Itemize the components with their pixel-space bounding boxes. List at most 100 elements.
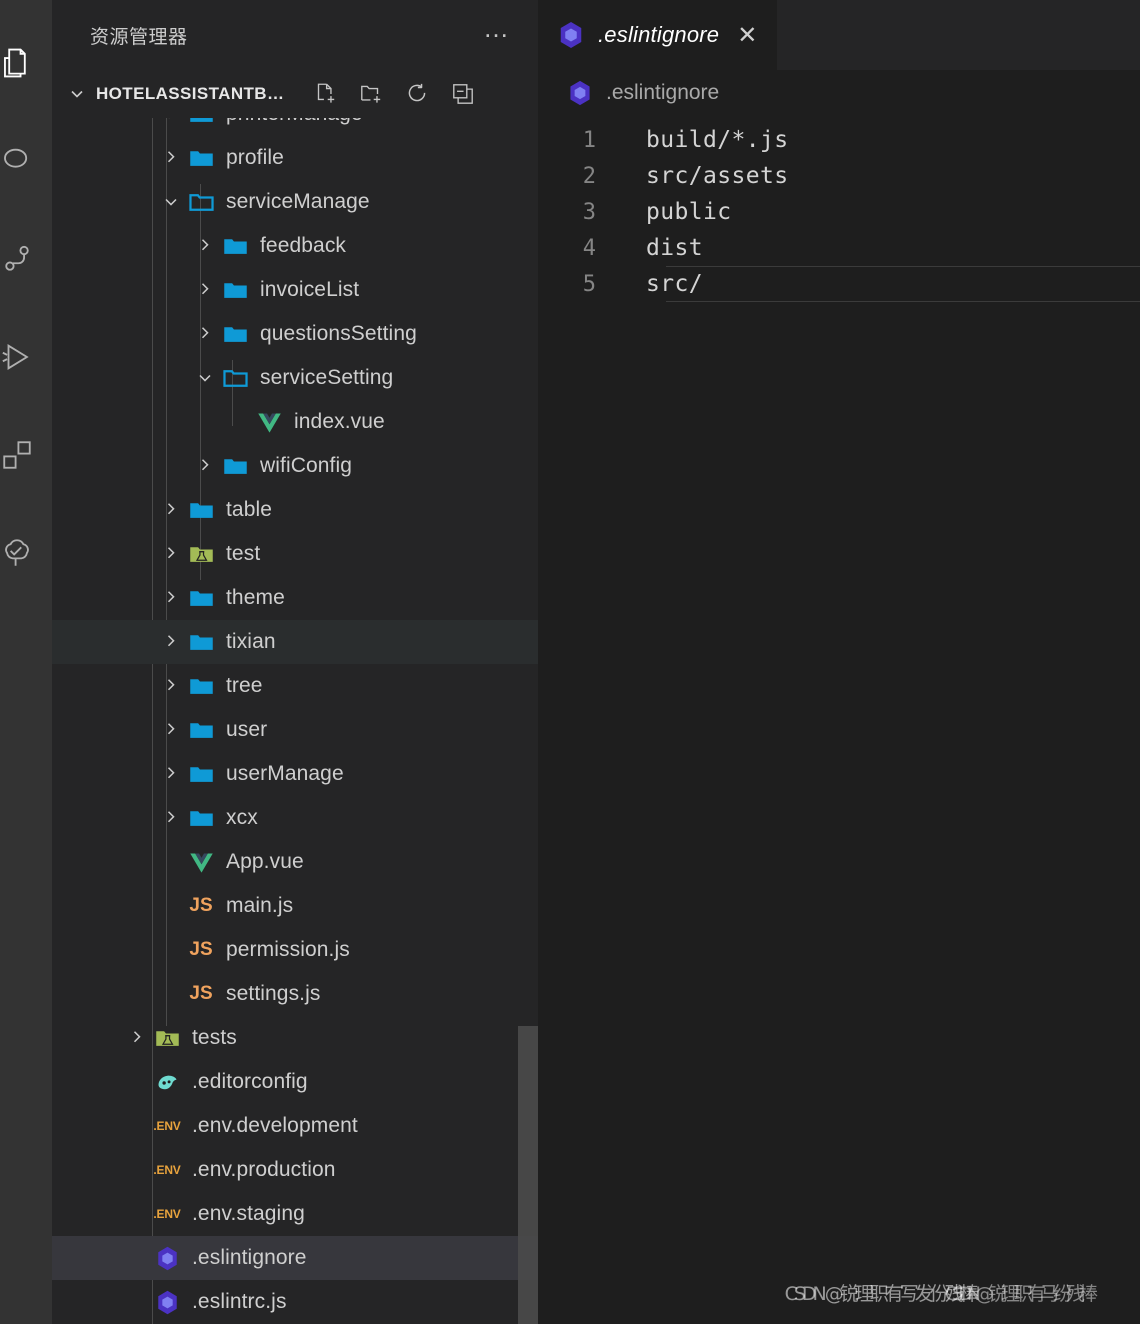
env-badge: .ENV: [153, 1119, 181, 1133]
chevron-down-icon[interactable]: [156, 180, 186, 224]
chevron-right-icon[interactable]: [190, 444, 220, 488]
chevron-right-icon[interactable]: [156, 576, 186, 620]
collapse-all-icon[interactable]: [450, 81, 476, 107]
env-badge: .ENV: [153, 1207, 181, 1221]
vue-icon: [186, 840, 216, 884]
tree-row-file[interactable]: JS permission.js: [52, 928, 538, 972]
chevron-right-icon[interactable]: [190, 224, 220, 268]
refresh-icon[interactable]: [404, 81, 430, 107]
source-control-icon[interactable]: [0, 210, 52, 308]
code-line[interactable]: 1 build/*.js: [538, 122, 1140, 158]
chevron-right-icon[interactable]: [156, 752, 186, 796]
js-badge: JS: [189, 983, 213, 1004]
tree-row-label: .env.staging: [192, 1202, 305, 1225]
editor-group: .eslintignore ✕ .eslintignore 1 build/*.j…: [538, 0, 1140, 1324]
chevron-down-icon[interactable]: [190, 356, 220, 400]
new-folder-icon[interactable]: [358, 81, 384, 107]
tree-row-folder[interactable]: printerManage: [52, 118, 538, 136]
close-icon[interactable]: ✕: [737, 23, 757, 47]
js-badge: JS: [189, 939, 213, 960]
tree-row-label: serviceManage: [226, 190, 370, 213]
tree-row-folder[interactable]: tree: [52, 664, 538, 708]
chevron-right-icon[interactable]: [156, 136, 186, 180]
tree-row-file[interactable]: .ENV .env.development: [52, 1104, 538, 1148]
tree-row-file[interactable]: JS settings.js: [52, 972, 538, 1016]
tree-row-file[interactable]: .ENV .env.staging: [52, 1192, 538, 1236]
tree-row-label: .env.development: [192, 1114, 358, 1137]
chevron-right-icon[interactable]: [156, 796, 186, 840]
chevron-right-icon[interactable]: [156, 664, 186, 708]
tree-row-folder[interactable]: invoiceList: [52, 268, 538, 312]
extensions-icon[interactable]: [0, 406, 52, 504]
breadcrumb-item-filename[interactable]: .eslintignore: [606, 81, 719, 105]
code-line[interactable]: 3 public: [538, 194, 1140, 230]
tab-label: .eslintignore: [598, 22, 720, 47]
watermark-secondary: CSDN @锐理职有马纷残棒: [944, 1283, 1098, 1305]
tree-row-folder[interactable]: feedback: [52, 224, 538, 268]
chevron-right-icon[interactable]: [156, 118, 186, 136]
tree-row-file[interactable]: .eslintignore: [52, 1236, 538, 1280]
tree-row-folder[interactable]: table: [52, 488, 538, 532]
chevron-right-icon[interactable]: [190, 312, 220, 356]
tree-row-folder[interactable]: profile: [52, 136, 538, 180]
explorer-icon[interactable]: [0, 14, 52, 112]
tree-row-folder[interactable]: theme: [52, 576, 538, 620]
code-text: dist: [646, 235, 703, 261]
folder-open-icon: [186, 180, 216, 224]
tree-row-file[interactable]: .editorconfig: [52, 1060, 538, 1104]
folder-icon: [186, 576, 216, 620]
tree-row-folder[interactable]: serviceSetting: [52, 356, 538, 400]
code-line[interactable]: 4 dist: [538, 230, 1140, 266]
line-number: 4: [582, 235, 596, 261]
vue-icon: [254, 400, 284, 444]
folder-icon: [186, 118, 216, 136]
code-line[interactable]: 2 src/assets: [538, 158, 1140, 194]
chevron-right-icon[interactable]: [156, 532, 186, 576]
tree-row-label: table: [226, 498, 273, 521]
chevron-right-icon[interactable]: [156, 620, 186, 664]
tree-row-folder[interactable]: test: [52, 532, 538, 576]
chevron-right-icon[interactable]: [156, 488, 186, 532]
tree-row-folder[interactable]: user: [52, 708, 538, 752]
tree-row-folder[interactable]: tixian: [52, 620, 538, 664]
env-badge: .ENV: [153, 1163, 181, 1177]
folder-icon: [186, 620, 216, 664]
tree-row-label: main.js: [226, 894, 294, 917]
tree-row-file[interactable]: .ENV .env.production: [52, 1148, 538, 1192]
run-debug-icon[interactable]: [0, 308, 52, 406]
chevron-right-icon[interactable]: [122, 1016, 152, 1060]
sidebar-more-actions-button[interactable]: …: [483, 15, 512, 47]
sidebar-scrollbar[interactable]: [518, 1026, 538, 1324]
explorer-folder-section-header[interactable]: HOTELASSISTANTB…: [52, 70, 538, 118]
tree-row-file[interactable]: JS main.js: [52, 884, 538, 928]
activity-bar: [0, 0, 52, 1324]
tree-row-folder[interactable]: xcx: [52, 796, 538, 840]
search-icon[interactable]: [0, 112, 52, 210]
new-file-icon[interactable]: [312, 81, 338, 107]
tree-row-label: theme: [226, 586, 285, 609]
folder-icon: [186, 664, 216, 708]
folder-icon: [186, 488, 216, 532]
tree-row-label: user: [226, 718, 268, 741]
tree-row-folder[interactable]: tests: [52, 1016, 538, 1060]
code-line[interactable]: 5 src/: [538, 266, 1140, 302]
code-editor[interactable]: 1 build/*.js 2 src/assets 3 public 4 dist 5 src/: [538, 116, 1140, 1324]
chevron-right-icon[interactable]: [156, 708, 186, 752]
breadcrumb[interactable]: .eslintignore: [538, 70, 1140, 116]
tree-row-folder[interactable]: questionsSetting: [52, 312, 538, 356]
folder-icon: [186, 708, 216, 752]
explorer-sidebar: 资源管理器 … HOTELASSISTANTB… profile service…: [52, 0, 538, 1324]
tree-check-icon[interactable]: [0, 504, 52, 602]
tree-row-file[interactable]: .eslintrc.js: [52, 1280, 538, 1324]
file-tree[interactable]: printerManage profile serviceManage feedbac…: [52, 118, 538, 1324]
tree-row-folder[interactable]: wifiConfig: [52, 444, 538, 488]
tree-row-label: serviceSetting: [260, 366, 394, 389]
chevron-down-icon[interactable]: [64, 81, 90, 107]
tree-row-folder[interactable]: serviceManage: [52, 180, 538, 224]
chevron-right-icon[interactable]: [190, 268, 220, 312]
tree-row-folder[interactable]: userManage: [52, 752, 538, 796]
tree-row-file[interactable]: App.vue: [52, 840, 538, 884]
tree-row-file[interactable]: index.vue: [52, 400, 538, 444]
env-icon: .ENV: [152, 1148, 182, 1192]
tab-eslintignore[interactable]: .eslintignore ✕: [538, 0, 778, 70]
